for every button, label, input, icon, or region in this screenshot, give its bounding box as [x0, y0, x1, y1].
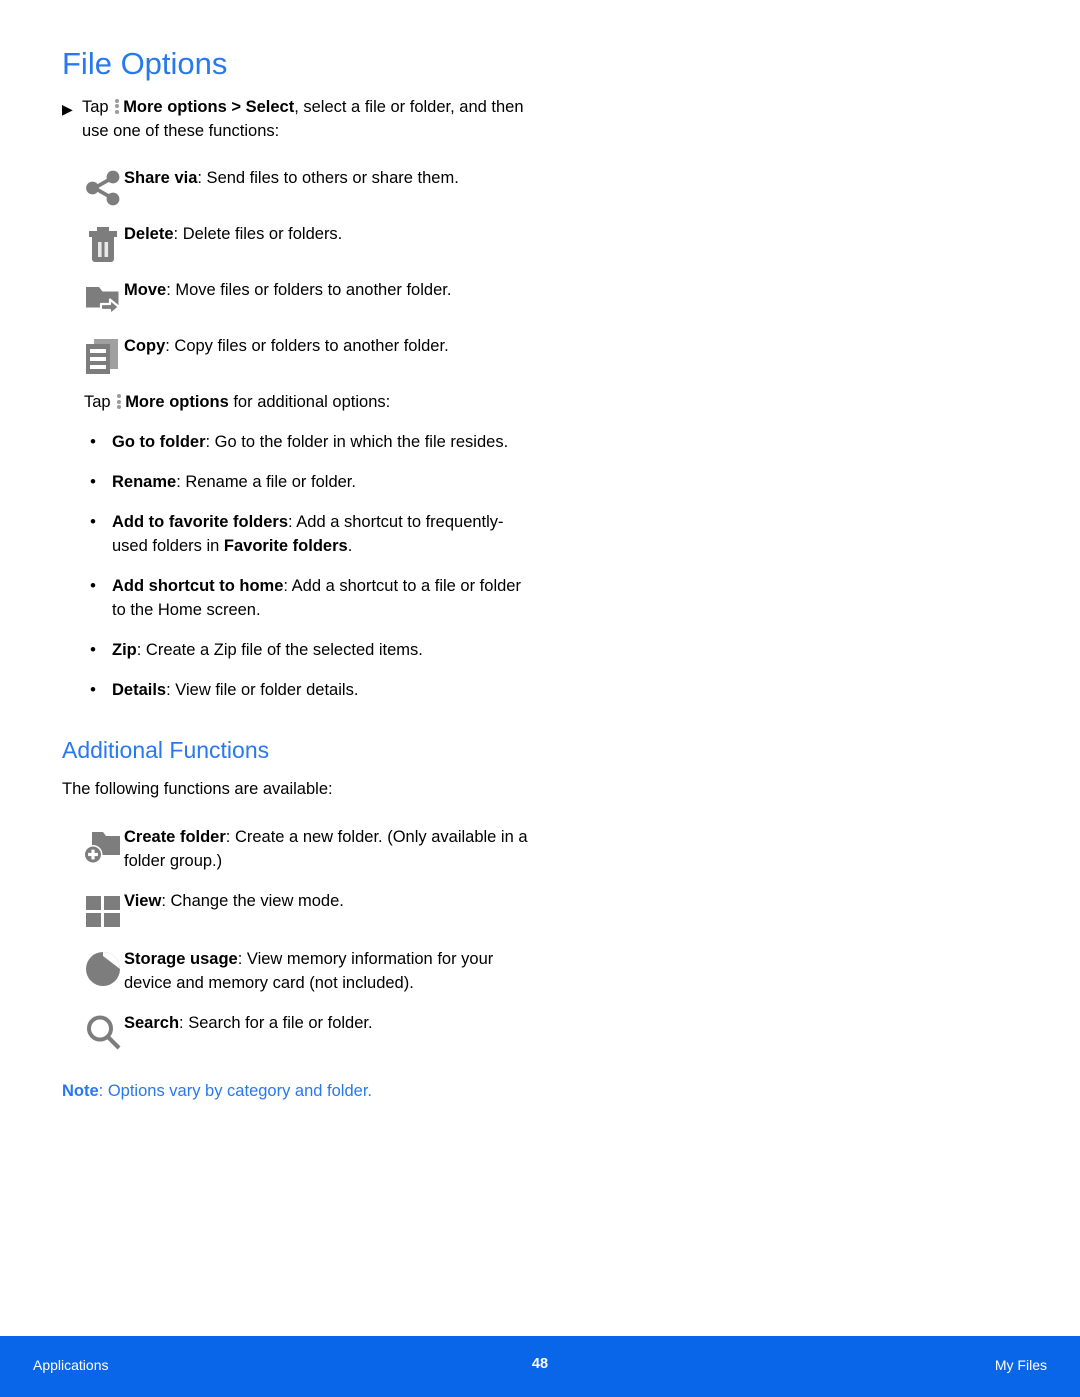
option-term-go-to-folder: Go to folder — [112, 433, 206, 452]
function-row-create-folder: Create folder: Create a new folder. (Onl… — [62, 824, 532, 874]
share-icon — [62, 165, 124, 209]
delete-trash-icon — [62, 221, 124, 265]
function-row-share: Share via: Send files to others or share… — [62, 165, 532, 209]
function-text-view: View: Change the view mode. — [124, 888, 532, 914]
note-text: : Options vary by category and folder. — [98, 1081, 372, 1100]
gt-separator: > — [226, 97, 246, 116]
intro-instruction-text: Tap More options > Select, select a file… — [82, 96, 532, 144]
function-text-search: Search: Search for a file or folder. — [124, 1010, 532, 1036]
function-desc-move: : Move files or folders to another folde… — [166, 281, 452, 300]
list-item-details: Details: View file or folder details. — [84, 678, 532, 703]
option-term-add-to-favorite-folders: Add to favorite folders — [112, 513, 289, 532]
function-text-copy: Copy: Copy files or folders to another f… — [124, 333, 532, 359]
footer-chapter-label: My Files — [994, 1357, 1047, 1373]
intro-instruction: ▶ Tap More options > Select, select a fi… — [62, 96, 532, 144]
copy-icon — [62, 333, 124, 377]
manual-page: File Options ▶ Tap More options > Select… — [0, 0, 1080, 1397]
page-footer: Applications 48 My Files — [0, 1336, 1080, 1397]
more-options-intro-label: More options — [125, 393, 229, 412]
function-text-share: Share via: Send files to others or share… — [124, 165, 532, 191]
function-text-create-folder: Create folder: Create a new folder. (Onl… — [124, 824, 532, 874]
more-options-list: Go to folder: Go to the folder in which … — [62, 430, 532, 703]
function-term-move: Move — [124, 281, 167, 300]
more-options-tap-label: Tap — [84, 393, 116, 412]
option-term-add-shortcut-to-home: Add shortcut to home — [112, 577, 284, 596]
option-desc-zip: : Create a Zip file of the selected item… — [136, 640, 423, 659]
function-term-share: Share via — [124, 169, 198, 188]
option-desc-rename: : Rename a file or folder. — [176, 473, 356, 492]
function-row-view: View: Change the view mode. — [62, 888, 532, 932]
option-term-rename: Rename — [112, 473, 177, 492]
view-grid-icon — [62, 888, 124, 932]
option-desc-go-to-folder: : Go to the folder in which the file res… — [205, 433, 509, 452]
footer-inner: Applications 48 My Files — [0, 1336, 1080, 1397]
more-options-label: More options — [123, 97, 227, 116]
option-emphasis-favorite-folders: Favorite folders — [223, 537, 348, 556]
move-folder-icon — [62, 277, 124, 321]
option-desc-details: : View file or folder details. — [166, 680, 359, 699]
section-title-additional-functions: Additional Functions — [62, 736, 270, 763]
function-term-search: Search — [124, 1013, 180, 1032]
storage-usage-pie-icon — [62, 946, 124, 990]
list-item-add-to-favorite-folders: Add to favorite folders: Add a shortcut … — [84, 510, 532, 559]
function-term-copy: Copy — [124, 337, 166, 356]
function-row-search: Search: Search for a file or folder. — [62, 1010, 532, 1054]
more-options-intro: Tap More options for additional options: — [84, 391, 532, 415]
option-term-details: Details — [112, 680, 167, 699]
create-folder-icon — [62, 824, 124, 868]
footer-page-number: 48 — [531, 1356, 549, 1372]
function-row-move: Move: Move files or folders to another f… — [62, 277, 532, 321]
additional-functions-lead: The following functions are available: — [62, 780, 333, 799]
search-icon — [62, 1010, 124, 1054]
function-desc-view: : Change the view mode. — [161, 892, 344, 911]
function-term-create-folder: Create folder — [124, 828, 226, 847]
page-title: File Options — [62, 46, 228, 81]
triangle-bullet-icon: ▶ — [62, 100, 73, 117]
page-content: File Options ▶ Tap More options > Select… — [62, 46, 532, 1104]
function-text-storage-usage: Storage usage: View memory information f… — [124, 946, 532, 996]
more-options-dots-icon-2 — [117, 394, 122, 410]
function-desc-search: : Search for a file or folder. — [179, 1013, 373, 1032]
option-desc-tail-add-to-favorite-folders: . — [347, 537, 353, 556]
select-label: Select — [245, 97, 295, 116]
function-text-move: Move: Move files or folders to another f… — [124, 277, 532, 303]
function-term-delete: Delete — [124, 225, 174, 244]
tap-label: Tap — [82, 97, 114, 116]
function-row-copy: Copy: Copy files or folders to another f… — [62, 333, 532, 377]
list-item-zip: Zip: Create a Zip file of the selected i… — [84, 638, 532, 663]
function-text-delete: Delete: Delete files or folders. — [124, 221, 532, 247]
list-item-go-to-folder: Go to folder: Go to the folder in which … — [84, 430, 532, 455]
function-desc-delete: : Delete files or folders. — [173, 225, 343, 244]
function-row-delete: Delete: Delete files or folders. — [62, 221, 532, 265]
function-term-view: View — [124, 892, 162, 911]
option-term-zip: Zip — [112, 640, 137, 659]
function-row-storage-usage: Storage usage: View memory information f… — [62, 946, 532, 996]
list-item-rename: Rename: Rename a file or folder. — [84, 470, 532, 495]
function-desc-copy: : Copy files or folders to another folde… — [165, 337, 449, 356]
list-item-add-shortcut-to-home: Add shortcut to home: Add a shortcut to … — [84, 574, 532, 623]
function-term-storage-usage: Storage usage — [124, 950, 238, 969]
more-options-dots-icon — [115, 98, 120, 114]
note-label: Note — [62, 1081, 99, 1100]
more-options-intro-rest: for additional options: — [228, 393, 391, 412]
note-callout: Note: Options vary by category and folde… — [62, 1080, 532, 1104]
function-desc-share: : Send files to others or share them. — [197, 169, 459, 188]
